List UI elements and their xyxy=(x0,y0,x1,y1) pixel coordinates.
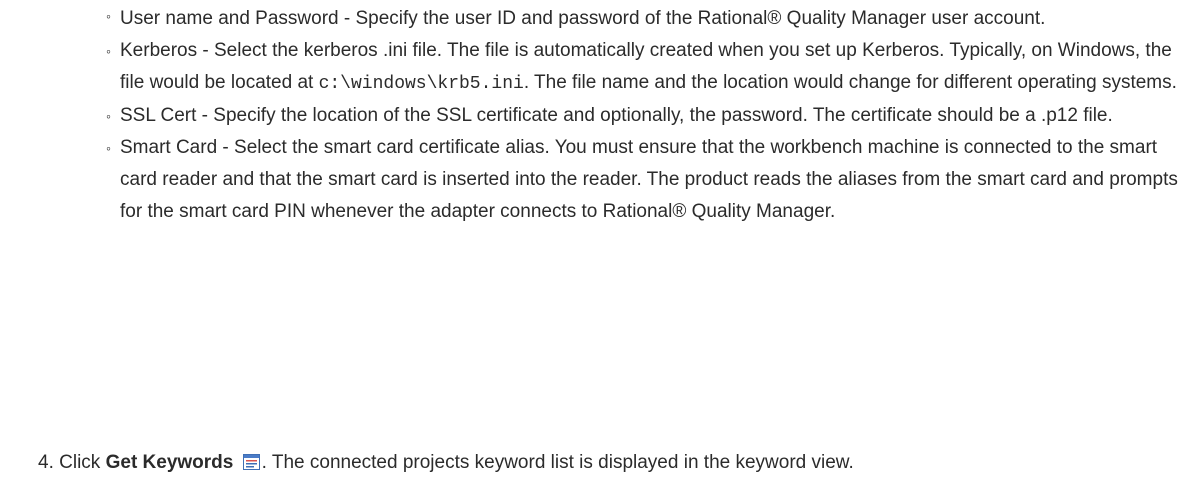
bullet: ◦ xyxy=(106,108,111,124)
document-body: ◦ User name and Password - Specify the u… xyxy=(0,0,1189,486)
code-path: c:\windows\krb5.ini xyxy=(318,74,524,94)
list-item-user-password: ◦ User name and Password - Specify the u… xyxy=(106,0,1186,35)
get-keywords-label: Get Keywords xyxy=(105,452,234,473)
step-number: 4. xyxy=(38,452,54,473)
list-item-smart-card: ◦ Smart Card - Select the smart card cer… xyxy=(106,132,1186,228)
bullet: ◦ xyxy=(106,43,111,59)
step-text: . The connected projects keyword list is… xyxy=(261,452,854,473)
list-item-text: . The file name and the location would c… xyxy=(523,72,1177,93)
get-keywords-icon xyxy=(242,454,260,470)
step-text: Click xyxy=(59,452,106,473)
list-item-kerberos: ◦ Kerberos - Select the kerberos .ini fi… xyxy=(106,35,1186,100)
step-4: 4. Click Get Keywords . The connected pr… xyxy=(38,447,1178,479)
list-item-ssl-cert: ◦ SSL Cert - Specify the location of the… xyxy=(106,100,1186,132)
list-item-text: Smart Card - Select the smart card certi… xyxy=(120,137,1178,222)
list-item-text: SSL Cert - Specify the location of the S… xyxy=(120,105,1113,126)
bullet: ◦ xyxy=(106,8,111,24)
bullet: ◦ xyxy=(106,140,111,156)
authentication-options-list: ◦ User name and Password - Specify the u… xyxy=(106,0,1186,228)
list-item-text: User name and Password - Specify the use… xyxy=(120,8,1046,29)
